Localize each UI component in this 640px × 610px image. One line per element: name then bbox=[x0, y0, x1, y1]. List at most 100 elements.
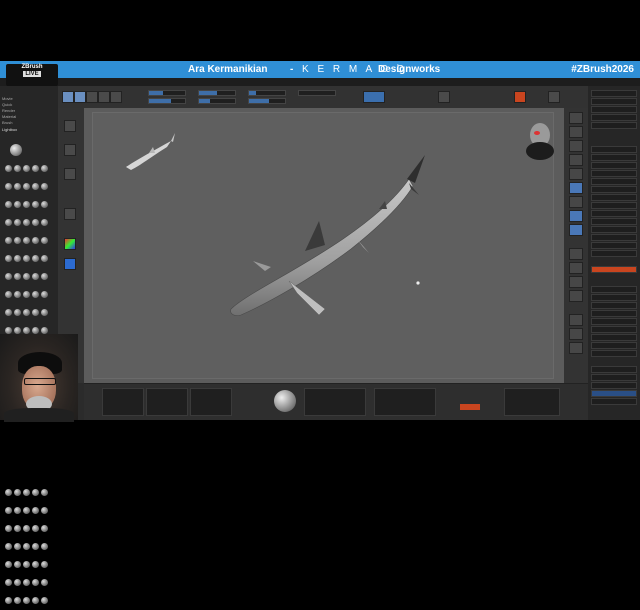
tray-row[interactable] bbox=[591, 286, 637, 293]
tray-row[interactable] bbox=[591, 334, 637, 341]
subtool-row[interactable] bbox=[591, 154, 637, 161]
main-shark bbox=[230, 155, 425, 316]
tray-row[interactable] bbox=[591, 374, 637, 381]
alpha-settings-panel[interactable] bbox=[190, 388, 232, 416]
document-canvas[interactable] bbox=[92, 112, 554, 379]
left-menu-item-5[interactable]: Brush bbox=[2, 120, 12, 125]
logo-text: ZBrush bbox=[21, 64, 43, 70]
tray-row[interactable] bbox=[591, 310, 637, 317]
z-intensity-slider[interactable] bbox=[198, 90, 236, 96]
subtool-row[interactable] bbox=[591, 218, 637, 225]
subtool-row[interactable] bbox=[591, 194, 637, 201]
subtool-row[interactable] bbox=[591, 250, 637, 257]
move-mode-button[interactable] bbox=[86, 91, 98, 103]
dynamesh-button[interactable] bbox=[363, 91, 385, 103]
lightbox-button[interactable]: Lightbox bbox=[2, 127, 17, 132]
move-view-button[interactable] bbox=[569, 262, 583, 274]
left-menu-item-3[interactable]: Render bbox=[2, 108, 15, 113]
menu-bar bbox=[0, 78, 640, 86]
scale-mode-button[interactable] bbox=[98, 91, 110, 103]
polyf-button[interactable] bbox=[569, 314, 583, 326]
solo-button[interactable] bbox=[569, 342, 583, 354]
zoom-button[interactable] bbox=[569, 154, 583, 166]
draw-mode-button[interactable] bbox=[74, 91, 86, 103]
tool-cube-icon[interactable] bbox=[64, 120, 76, 132]
left-menu-item-1[interactable]: Movie bbox=[2, 96, 13, 101]
left-menu-item-4[interactable]: Material bbox=[2, 114, 16, 119]
shark-model[interactable] bbox=[93, 113, 553, 378]
color-picker-icon[interactable] bbox=[64, 238, 76, 250]
zcolor-swatch-icon[interactable] bbox=[64, 258, 76, 270]
subtool-row[interactable] bbox=[591, 146, 637, 153]
deformation-panel[interactable] bbox=[504, 388, 560, 416]
tray-row[interactable] bbox=[591, 342, 637, 349]
subtool-row[interactable] bbox=[591, 178, 637, 185]
xyz-button[interactable] bbox=[569, 224, 583, 236]
subtool-row[interactable] bbox=[591, 234, 637, 241]
polygroups-panel[interactable] bbox=[374, 388, 436, 416]
alpha-icon[interactable] bbox=[64, 168, 76, 180]
divide-button[interactable] bbox=[591, 266, 637, 273]
material-preview-icon[interactable] bbox=[274, 390, 296, 412]
tray-row[interactable] bbox=[591, 294, 637, 301]
draw-size-slider[interactable] bbox=[198, 98, 236, 104]
tray-row[interactable] bbox=[591, 366, 637, 373]
zbrush-window: Movie Quick Render Material Brush Lightb… bbox=[0, 78, 640, 604]
subtool-row[interactable] bbox=[591, 242, 637, 249]
tray-row[interactable] bbox=[591, 98, 637, 105]
floor-button[interactable] bbox=[569, 196, 583, 208]
subtool-row[interactable] bbox=[591, 210, 637, 217]
brush-settings-panel[interactable] bbox=[102, 388, 144, 416]
frame-button[interactable] bbox=[569, 248, 583, 260]
morph-button[interactable] bbox=[460, 404, 480, 410]
tray-row[interactable] bbox=[591, 318, 637, 325]
viewport[interactable] bbox=[84, 108, 564, 383]
navigation-head-icon[interactable] bbox=[525, 121, 555, 161]
persp-button[interactable] bbox=[569, 182, 583, 194]
zbrush-live-logo: ZBrush LIVE bbox=[6, 64, 58, 86]
subtool-row[interactable] bbox=[591, 162, 637, 169]
left-menu-item-2[interactable]: Quick bbox=[2, 102, 12, 107]
scroll-button[interactable] bbox=[569, 140, 583, 152]
stroke-settings-panel[interactable] bbox=[146, 388, 188, 416]
subtool-row[interactable] bbox=[591, 202, 637, 209]
bpr-button[interactable] bbox=[569, 112, 583, 124]
webcam-overlay bbox=[0, 334, 78, 422]
tray-row[interactable] bbox=[591, 398, 637, 405]
material-icon[interactable] bbox=[64, 208, 76, 220]
quick-save-button[interactable] bbox=[438, 91, 450, 103]
masking-panel[interactable] bbox=[304, 388, 366, 416]
tray-row[interactable] bbox=[591, 90, 637, 97]
bottom-tray bbox=[84, 383, 588, 421]
actual-button[interactable] bbox=[569, 168, 583, 180]
tray-row[interactable] bbox=[591, 302, 637, 309]
tray-row-active[interactable] bbox=[591, 390, 637, 397]
tray-row[interactable] bbox=[591, 350, 637, 357]
tray-row[interactable] bbox=[591, 106, 637, 113]
reference-shark bbox=[126, 133, 175, 170]
subtool-row[interactable] bbox=[591, 170, 637, 177]
rotate-mode-button[interactable] bbox=[110, 91, 122, 103]
edit-mode-button[interactable] bbox=[62, 91, 74, 103]
zoom3d-button[interactable] bbox=[569, 276, 583, 288]
subtool-row[interactable] bbox=[591, 226, 637, 233]
brush-mod-slider[interactable] bbox=[248, 98, 286, 104]
subtool-row[interactable] bbox=[591, 186, 637, 193]
menus-button[interactable] bbox=[548, 91, 560, 103]
stroke-icon[interactable] bbox=[64, 144, 76, 156]
logo-live-badge: LIVE bbox=[23, 71, 41, 77]
tray-row[interactable] bbox=[591, 114, 637, 121]
tray-row[interactable] bbox=[591, 382, 637, 389]
transp-button[interactable] bbox=[569, 328, 583, 340]
spix-button[interactable] bbox=[569, 126, 583, 138]
rotate-view-button[interactable] bbox=[569, 290, 583, 302]
rec-button[interactable] bbox=[514, 91, 526, 103]
tray-row[interactable] bbox=[591, 122, 637, 129]
banner-separator: - bbox=[290, 64, 294, 75]
rgb-intensity-slider[interactable] bbox=[148, 98, 186, 104]
focal-shift-slider[interactable] bbox=[148, 90, 186, 96]
tray-row[interactable] bbox=[591, 326, 637, 333]
dynamic-slider[interactable] bbox=[248, 90, 286, 96]
brush-preview-icon[interactable] bbox=[10, 144, 22, 156]
local-button[interactable] bbox=[569, 210, 583, 222]
